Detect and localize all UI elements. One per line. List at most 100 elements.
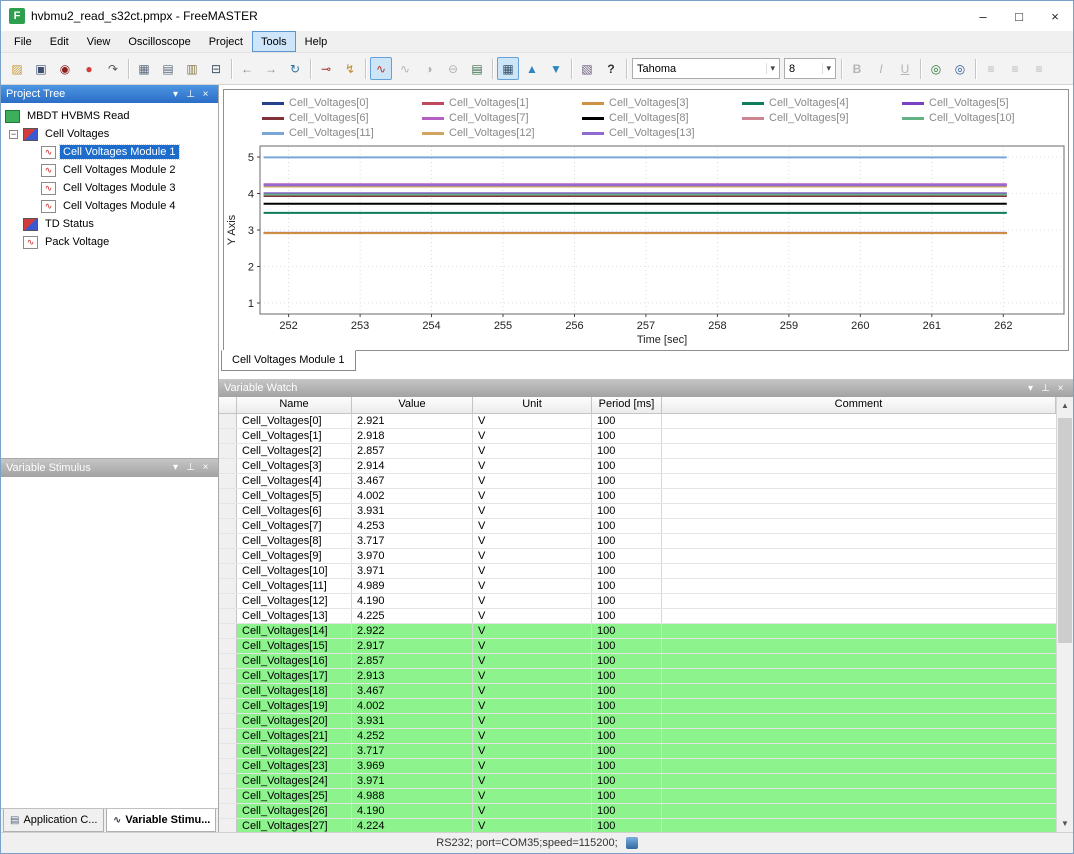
tree-item-mbdt-hvbms-read[interactable]: MBDT HVBMS Read (1, 107, 218, 125)
table-row[interactable]: Cell_Voltages[5] 4.002 V 100 (219, 489, 1056, 504)
open-project-button[interactable]: ▨ (6, 57, 28, 80)
table-row[interactable]: Cell_Voltages[12] 4.190 V 100 (219, 594, 1056, 609)
chevron-down-icon[interactable]: ▾ (822, 63, 831, 74)
table-row[interactable]: Cell_Voltages[10] 3.971 V 100 (219, 564, 1056, 579)
menu-item-tools[interactable]: Tools (251, 31, 296, 52)
font-combo[interactable]: Tahoma ▾ (632, 58, 780, 79)
tree-item-td-status[interactable]: TD Status (1, 215, 218, 233)
panel-menu-icon[interactable]: ▾ (168, 462, 183, 473)
stop-communication-button[interactable]: ◉ (54, 57, 76, 80)
sidebar-tab-application-c[interactable]: Application C... (3, 809, 104, 832)
scrollbar-track[interactable] (1057, 414, 1073, 815)
table-row[interactable]: Cell_Voltages[22] 3.717 V 100 (219, 744, 1056, 759)
sidebar-tab-variable-stimu[interactable]: Variable Stimu... (106, 809, 216, 832)
project-blocks-button[interactable]: ▦ (133, 57, 155, 80)
pin-icon[interactable]: ⊥ (183, 462, 198, 473)
maximize-button[interactable]: □ (1001, 1, 1037, 31)
table-row[interactable]: Cell_Voltages[16] 2.857 V 100 (219, 654, 1056, 669)
tree-item-cell-voltages-module-1[interactable]: Cell Voltages Module 1 (1, 143, 218, 161)
table-row[interactable]: Cell_Voltages[1] 2.918 V 100 (219, 429, 1056, 444)
scroll-up-icon[interactable]: ▲ (1057, 397, 1073, 414)
properties-button[interactable]: ▧ (576, 57, 598, 80)
legend-item: Cell_Voltages[8] (582, 111, 742, 125)
size-combo[interactable]: 8 ▾ (784, 58, 836, 79)
menu-item-help[interactable]: Help (296, 31, 337, 52)
tree-item-cell-voltages-module-4[interactable]: Cell Voltages Module 4 (1, 197, 218, 215)
column-header-unit[interactable]: Unit (473, 397, 592, 414)
copy-button[interactable]: ▤ (157, 57, 179, 80)
close-icon[interactable]: × (198, 89, 213, 100)
tree-expander-icon[interactable] (9, 129, 18, 139)
table-row[interactable]: Cell_Voltages[0] 2.921 V 100 (219, 414, 1056, 429)
insert-link-button[interactable]: ◎ (925, 57, 947, 80)
close-icon[interactable]: × (1053, 383, 1068, 394)
menu-item-oscilloscope[interactable]: Oscilloscope (119, 31, 199, 52)
scrollbar-thumb[interactable] (1058, 418, 1072, 643)
browse-web-button[interactable]: ◎ (949, 57, 971, 80)
menu-item-view[interactable]: View (78, 31, 120, 52)
table-row[interactable]: Cell_Voltages[25] 4.988 V 100 (219, 789, 1056, 804)
move-down-button[interactable]: ▼ (545, 57, 567, 80)
oscilloscope-plot[interactable]: 252 253 254 255 256 257 258 259 260 261 262 1 2 3 4 5 Ti… (224, 142, 1069, 347)
table-row[interactable]: Cell_Voltages[27] 4.224 V 100 (219, 819, 1056, 832)
print-button[interactable]: ⊟ (205, 57, 227, 80)
vertical-scrollbar[interactable]: ▲ ▼ (1056, 397, 1073, 832)
save-project-button[interactable]: ▣ (30, 57, 52, 80)
record-stop-button[interactable]: ● (78, 57, 100, 80)
table-row[interactable]: Cell_Voltages[8] 3.717 V 100 (219, 534, 1056, 549)
panel-menu-icon[interactable]: ▾ (168, 89, 183, 100)
table-row[interactable]: Cell_Voltages[9] 3.970 V 100 (219, 549, 1056, 564)
table-row[interactable]: Cell_Voltages[2] 2.857 V 100 (219, 444, 1056, 459)
legend-item: Cell_Voltages[6] (262, 111, 422, 125)
tree-item-pack-voltage[interactable]: Pack Voltage (1, 233, 218, 251)
table-row[interactable]: Cell_Voltages[7] 4.253 V 100 (219, 519, 1056, 534)
copy-graph-button[interactable]: ▤ (466, 57, 488, 80)
table-row[interactable]: Cell_Voltages[3] 2.914 V 100 (219, 459, 1056, 474)
tree-item-cell-voltages-module-2[interactable]: Cell Voltages Module 2 (1, 161, 218, 179)
table-row[interactable]: Cell_Voltages[26] 4.190 V 100 (219, 804, 1056, 819)
table-row[interactable]: Cell_Voltages[18] 3.467 V 100 (219, 684, 1056, 699)
menu-item-file[interactable]: File (5, 31, 41, 52)
scroll-down-icon[interactable]: ▼ (1057, 815, 1073, 832)
table-row[interactable]: Cell_Voltages[21] 4.252 V 100 (219, 729, 1056, 744)
tree-item-cell-voltages[interactable]: Cell Voltages (1, 125, 218, 143)
minimize-button[interactable]: – (965, 1, 1001, 31)
table-row[interactable]: Cell_Voltages[23] 3.969 V 100 (219, 759, 1056, 774)
column-header-name[interactable]: Name (237, 397, 352, 414)
menu-item-project[interactable]: Project (200, 31, 252, 52)
table-row[interactable]: Cell_Voltages[14] 2.922 V 100 (219, 624, 1056, 639)
connection-wizard-button[interactable]: ⊸ (315, 57, 337, 80)
table-row[interactable]: Cell_Voltages[19] 4.002 V 100 (219, 699, 1056, 714)
chevron-down-icon[interactable]: ▾ (766, 63, 775, 74)
pin-icon[interactable]: ⊥ (1038, 383, 1053, 394)
new-recorder-button: ◑ (418, 57, 440, 80)
new-oscilloscope-button[interactable]: ∿ (370, 57, 392, 80)
paste-button[interactable]: ▥ (181, 57, 203, 80)
menu-item-edit[interactable]: Edit (41, 31, 78, 52)
column-header-value[interactable]: Value (352, 397, 473, 414)
table-row[interactable]: Cell_Voltages[4] 3.467 V 100 (219, 474, 1056, 489)
move-up-button[interactable]: ▲ (521, 57, 543, 80)
reload-symbols-button[interactable]: ↷ (102, 57, 124, 80)
close-button[interactable]: × (1037, 1, 1073, 31)
table-row[interactable]: Cell_Voltages[24] 3.971 V 100 (219, 774, 1056, 789)
table-row[interactable]: Cell_Voltages[17] 2.913 V 100 (219, 669, 1056, 684)
back-button[interactable]: ← (236, 57, 258, 80)
column-header-period[interactable]: Period [ms] (592, 397, 662, 414)
table-row[interactable]: Cell_Voltages[15] 2.917 V 100 (219, 639, 1056, 654)
table-row[interactable]: Cell_Voltages[6] 3.931 V 100 (219, 504, 1056, 519)
tab-cell-voltages-module-1[interactable]: Cell Voltages Module 1 (221, 350, 356, 371)
table-row[interactable]: Cell_Voltages[13] 4.225 V 100 (219, 609, 1056, 624)
table-row[interactable]: Cell_Voltages[20] 3.931 V 100 (219, 714, 1056, 729)
close-icon[interactable]: × (198, 462, 213, 473)
pin-icon[interactable]: ⊥ (183, 89, 198, 100)
panel-menu-icon[interactable]: ▾ (1023, 383, 1038, 394)
refresh-button[interactable]: ↻ (284, 57, 306, 80)
grid-toggle-button[interactable]: ▦ (497, 57, 519, 80)
context-help-button[interactable]: ? (600, 57, 622, 80)
forward-button[interactable]: → (260, 57, 282, 80)
tree-item-cell-voltages-module-3[interactable]: Cell Voltages Module 3 (1, 179, 218, 197)
column-header-comment[interactable]: Comment (662, 397, 1056, 414)
communication-button[interactable]: ↯ (339, 57, 361, 80)
table-row[interactable]: Cell_Voltages[11] 4.989 V 100 (219, 579, 1056, 594)
